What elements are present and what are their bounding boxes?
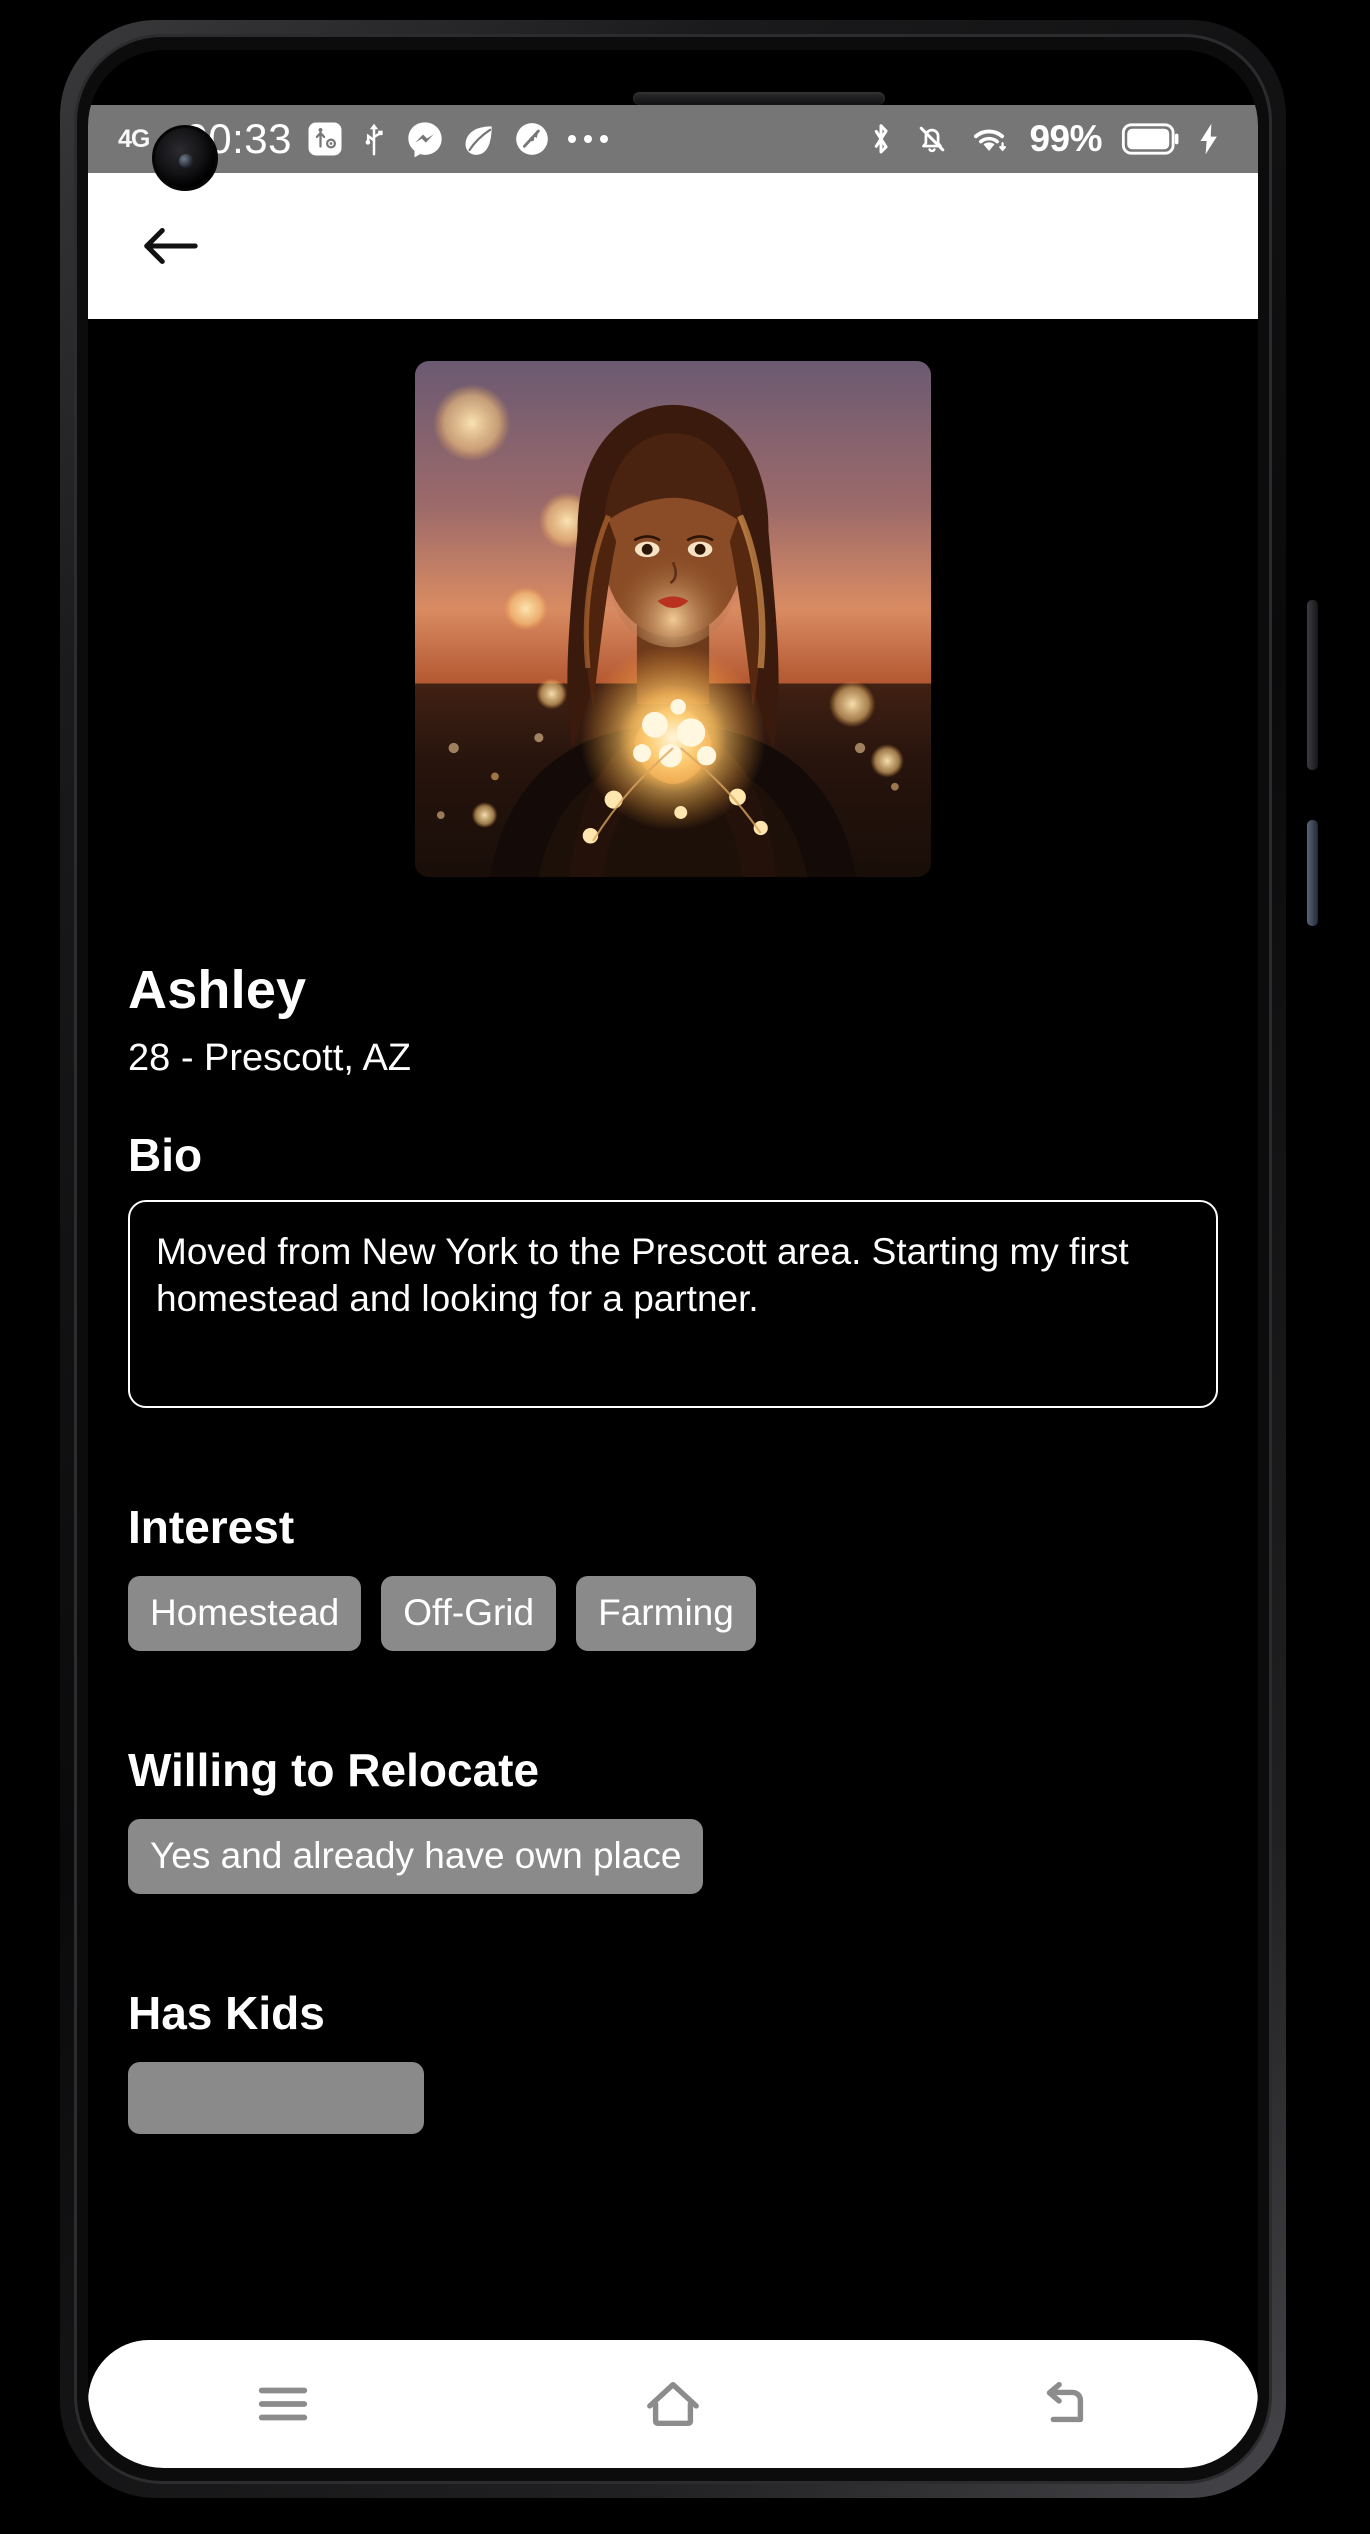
app-bar [88, 173, 1258, 319]
relocate-chip[interactable]: Yes and already have own place [128, 1819, 704, 1894]
has-kids-chip-row [128, 2062, 1258, 2134]
profile-photo-wrap [88, 319, 1258, 877]
profile-photo[interactable] [415, 361, 931, 877]
bio-field[interactable]: Moved from New York to the Prescott area… [128, 1200, 1218, 1408]
leaf-icon [460, 120, 498, 158]
overflow-ellipsis-icon [567, 135, 608, 143]
interest-chip[interactable]: Homestead [128, 1576, 362, 1651]
wifi-icon [968, 122, 1010, 156]
has-kids-chip[interactable] [128, 2062, 424, 2134]
bluetooth-icon [866, 120, 896, 158]
battery-icon [1121, 123, 1179, 155]
home-icon[interactable] [598, 2354, 748, 2454]
messenger-icon [405, 119, 445, 159]
section-title-interest: Interest [128, 1501, 295, 1553]
battery-percent-label: 99% [1029, 118, 1102, 159]
usb-icon [358, 121, 390, 157]
status-bar: 4G 00:33 99% [88, 105, 1258, 173]
usb-debug-icon [307, 121, 343, 157]
screenshot-root: 4G 00:33 99% Ashley 28 - Prescott, AZ Bi… [0, 0, 1370, 2534]
status-bar-left: 4G 00:33 [118, 118, 866, 160]
arrow-left-icon[interactable] [134, 210, 206, 282]
bio-text: Moved from New York to the Prescott area… [156, 1231, 1129, 1320]
network-type-label: 4G [118, 124, 150, 153]
profile-age-location: 28 - Prescott, AZ [128, 1037, 411, 1079]
back-arrow-icon[interactable] [988, 2354, 1138, 2454]
power-button[interactable] [1307, 820, 1318, 926]
menu-lines-icon[interactable] [208, 2354, 358, 2454]
system-navigation-bar [88, 2340, 1258, 2468]
section-title-has-kids: Has Kids [128, 1987, 325, 2039]
status-bar-right: 99% [866, 118, 1220, 160]
relocate-chip-row: Yes and already have own place [128, 1819, 1258, 1894]
profile-name: Ashley [128, 960, 307, 1020]
interest-chip[interactable]: Farming [576, 1576, 756, 1651]
phone-screen: 4G 00:33 99% Ashley 28 - Prescott, AZ Bi… [88, 50, 1258, 2468]
bell-muted-icon [915, 121, 949, 157]
charging-bolt-icon [1198, 122, 1220, 156]
interest-chip[interactable]: Off-Grid [381, 1576, 557, 1651]
interest-chip-row: Homestead Off-Grid Farming [128, 1576, 1258, 1651]
section-title-relocate: Willing to Relocate [128, 1744, 540, 1796]
front-camera-punchhole [152, 125, 218, 191]
profile-content: Ashley 28 - Prescott, AZ Bio Moved from … [88, 319, 1258, 2468]
earpiece-speaker [633, 92, 885, 105]
section-title-bio: Bio [128, 1129, 203, 1181]
volume-button[interactable] [1307, 600, 1318, 770]
speedometer-icon [513, 120, 551, 158]
